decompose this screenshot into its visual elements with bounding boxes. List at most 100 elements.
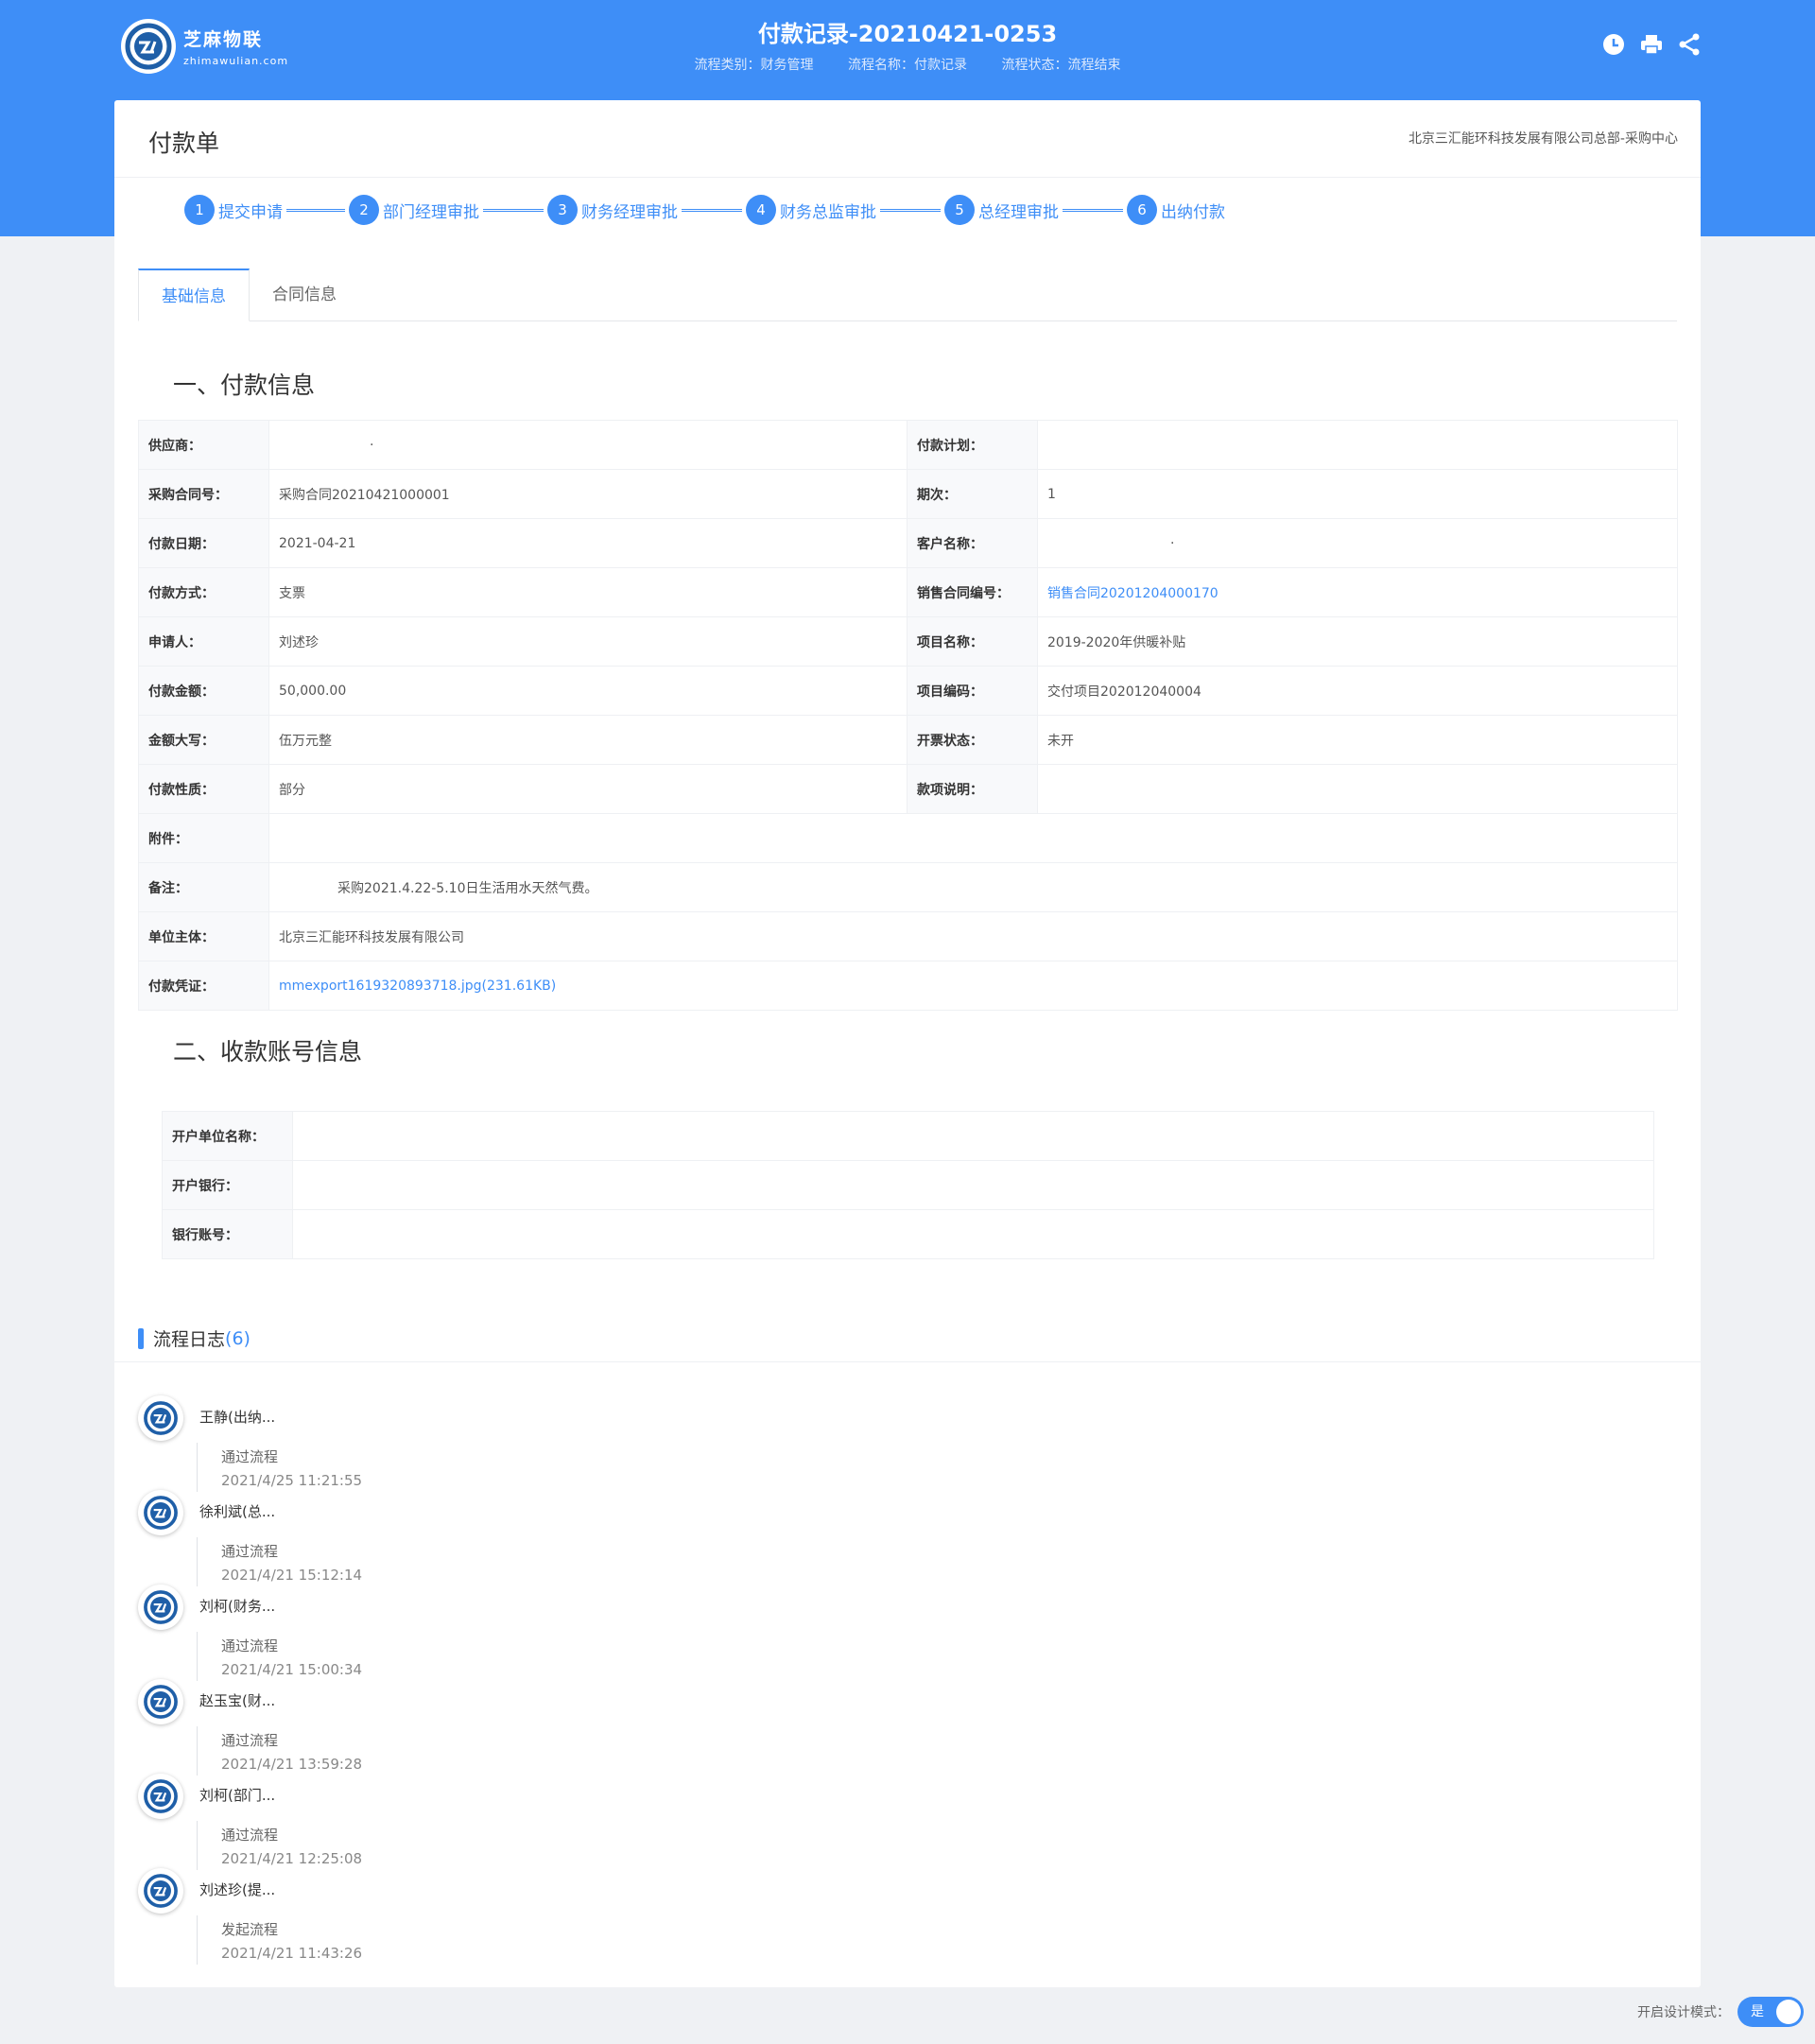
field-value bbox=[292, 1111, 1654, 1161]
avatar bbox=[138, 1585, 183, 1630]
field-label: 付款计划： bbox=[907, 420, 1038, 470]
process-log-title: 流程日志 bbox=[153, 1329, 226, 1350]
log-action: 通过流程 bbox=[221, 1732, 279, 1749]
table-row: 供应商： · 付款计划： bbox=[138, 420, 1678, 470]
step-4: 4 财务总监审批 bbox=[746, 195, 876, 225]
tab-contract-info[interactable]: 合同信息 bbox=[250, 268, 359, 321]
field-value bbox=[1037, 764, 1678, 814]
log-timestamp: 2021/4/21 11:43:26 bbox=[221, 1945, 363, 1962]
table-row: 开户单位名称： bbox=[162, 1111, 1654, 1161]
payment-info-table: 供应商： · 付款计划： 采购合同号： 采购合同20210421000001 期次： 1 付款… bbox=[138, 420, 1678, 1011]
tab-basic-info[interactable]: 基础信息 bbox=[138, 268, 250, 321]
field-label: 供应商： bbox=[138, 420, 269, 470]
account-info-title: 二、收款账号信息 bbox=[173, 1038, 363, 1065]
entity-value: 北京三汇能环科技发展有限公司 bbox=[268, 911, 1678, 961]
process-log-count-open: ( bbox=[225, 1327, 233, 1349]
step-number: 4 bbox=[746, 195, 776, 225]
step-number: 2 bbox=[349, 195, 379, 225]
account-info-table: 开户单位名称： 开户银行： 银行账号： bbox=[162, 1111, 1654, 1259]
toggle-text: 是 bbox=[1751, 2004, 1764, 2019]
timeline-line bbox=[197, 1915, 198, 1965]
table-row: 付款方式： 支票 销售合同编号： 销售合同20201204000170 bbox=[138, 567, 1678, 617]
field-value bbox=[292, 1209, 1654, 1259]
step-number: 5 bbox=[944, 195, 975, 225]
step-1: 1 提交申请 bbox=[184, 195, 283, 225]
avatar bbox=[138, 1395, 183, 1441]
table-row: 备注： 采购2021.4.22-5.10日生活用水天然气费。 bbox=[138, 862, 1678, 912]
step-number: 1 bbox=[184, 195, 215, 225]
field-label: 付款方式： bbox=[138, 567, 269, 617]
card-header: 付款单 北京三汇能环科技发展有限公司总部-采购中心 bbox=[114, 100, 1701, 178]
sales-contract-link[interactable]: 销售合同20201204000170 bbox=[1037, 567, 1678, 617]
table-row: 银行账号： bbox=[162, 1209, 1654, 1259]
log-user-name: 刘述珍(提... bbox=[199, 1881, 276, 1898]
step-connector bbox=[483, 208, 544, 212]
log-timestamp: 2021/4/21 15:12:14 bbox=[221, 1567, 363, 1584]
field-label: 申请人： bbox=[138, 616, 269, 667]
field-value: 50,000.00 bbox=[268, 666, 908, 716]
step-label: 出纳付款 bbox=[1161, 202, 1225, 222]
log-timestamp: 2021/4/25 11:21:55 bbox=[221, 1472, 363, 1489]
log-timestamp: 2021/4/21 15:00:34 bbox=[221, 1661, 363, 1678]
field-label: 项目名称： bbox=[907, 616, 1038, 667]
avatar bbox=[138, 1868, 183, 1914]
avatar bbox=[138, 1774, 183, 1819]
step-label: 部门经理审批 bbox=[383, 202, 479, 222]
table-row: 采购合同号： 采购合同20210421000001 期次： 1 bbox=[138, 469, 1678, 519]
share-icon[interactable] bbox=[1677, 32, 1702, 57]
flow-name: 流程名称：付款记录 bbox=[848, 58, 967, 73]
process-log-header: 流程日志 ( 6 ) bbox=[138, 1325, 251, 1351]
field-value: 部分 bbox=[268, 764, 908, 814]
field-value: 1 bbox=[1037, 469, 1678, 519]
voucher-file-link[interactable]: mmexport1619320893718.jpg(231.61KB) bbox=[268, 961, 1678, 1011]
field-label: 金额大写： bbox=[138, 715, 269, 765]
log-user-name: 刘柯(部门... bbox=[199, 1787, 276, 1804]
step-3: 3 财务经理审批 bbox=[547, 195, 678, 225]
field-value: 刘述珍 bbox=[268, 616, 908, 667]
page-title: 付款记录-20210421-0253 bbox=[757, 21, 1058, 47]
step-5: 5 总经理审批 bbox=[944, 195, 1059, 225]
print-icon[interactable] bbox=[1639, 32, 1664, 57]
design-mode-toggle[interactable]: 是 bbox=[1737, 1997, 1804, 2027]
field-label: 采购合同号： bbox=[138, 469, 269, 519]
timeline-line bbox=[197, 1726, 198, 1776]
table-row: 金额大写： 伍万元整 开票状态： 未开 bbox=[138, 715, 1678, 765]
step-6: 6 出纳付款 bbox=[1127, 195, 1225, 225]
payment-info-title: 一、付款信息 bbox=[173, 372, 316, 399]
table-row: 附件： bbox=[138, 813, 1678, 863]
timeline-line bbox=[197, 1821, 198, 1870]
log-user-name: 刘柯(财务... bbox=[199, 1598, 276, 1615]
remark-label: 备注： bbox=[138, 862, 269, 912]
field-value: 交付项目202012040004 bbox=[1037, 666, 1678, 716]
voucher-label: 付款凭证： bbox=[138, 961, 269, 1011]
log-user-name: 王静(出纳... bbox=[199, 1409, 276, 1426]
field-label: 项目编码： bbox=[907, 666, 1038, 716]
field-value: 2019-2020年供暖补贴 bbox=[1037, 616, 1678, 667]
table-row: 付款金额： 50,000.00 项目编码： 交付项目202012040004 bbox=[138, 666, 1678, 716]
step-label: 财务经理审批 bbox=[581, 202, 678, 222]
log-user-name: 赵玉宝(财... bbox=[199, 1692, 276, 1709]
info-tabs: 基础信息 合同信息 bbox=[138, 268, 1677, 321]
avatar bbox=[138, 1490, 183, 1535]
log-timestamp: 2021/4/21 13:59:28 bbox=[221, 1756, 363, 1773]
field-label: 款项说明： bbox=[907, 764, 1038, 814]
timeline-line bbox=[197, 1632, 198, 1681]
field-label: 付款性质： bbox=[138, 764, 269, 814]
field-label: 开户单位名称： bbox=[162, 1111, 293, 1161]
field-label: 期次： bbox=[907, 469, 1038, 519]
table-row: 申请人： 刘述珍 项目名称： 2019-2020年供暖补贴 bbox=[138, 616, 1678, 667]
step-connector bbox=[880, 208, 941, 212]
log-action: 通过流程 bbox=[221, 1448, 279, 1465]
avatar bbox=[138, 1679, 183, 1724]
field-value: 未开 bbox=[1037, 715, 1678, 765]
field-value bbox=[1037, 420, 1678, 470]
log-action: 通过流程 bbox=[221, 1543, 279, 1560]
field-label: 销售合同编号： bbox=[907, 567, 1038, 617]
step-label: 提交申请 bbox=[218, 202, 283, 222]
design-mode-control: 开启设计模式： 是 bbox=[1637, 1997, 1804, 2027]
process-log-count-close: ) bbox=[243, 1327, 251, 1349]
step-label: 总经理审批 bbox=[978, 202, 1059, 222]
log-action: 通过流程 bbox=[221, 1637, 279, 1654]
timeline-line bbox=[197, 1443, 198, 1492]
history-icon[interactable] bbox=[1601, 32, 1626, 57]
